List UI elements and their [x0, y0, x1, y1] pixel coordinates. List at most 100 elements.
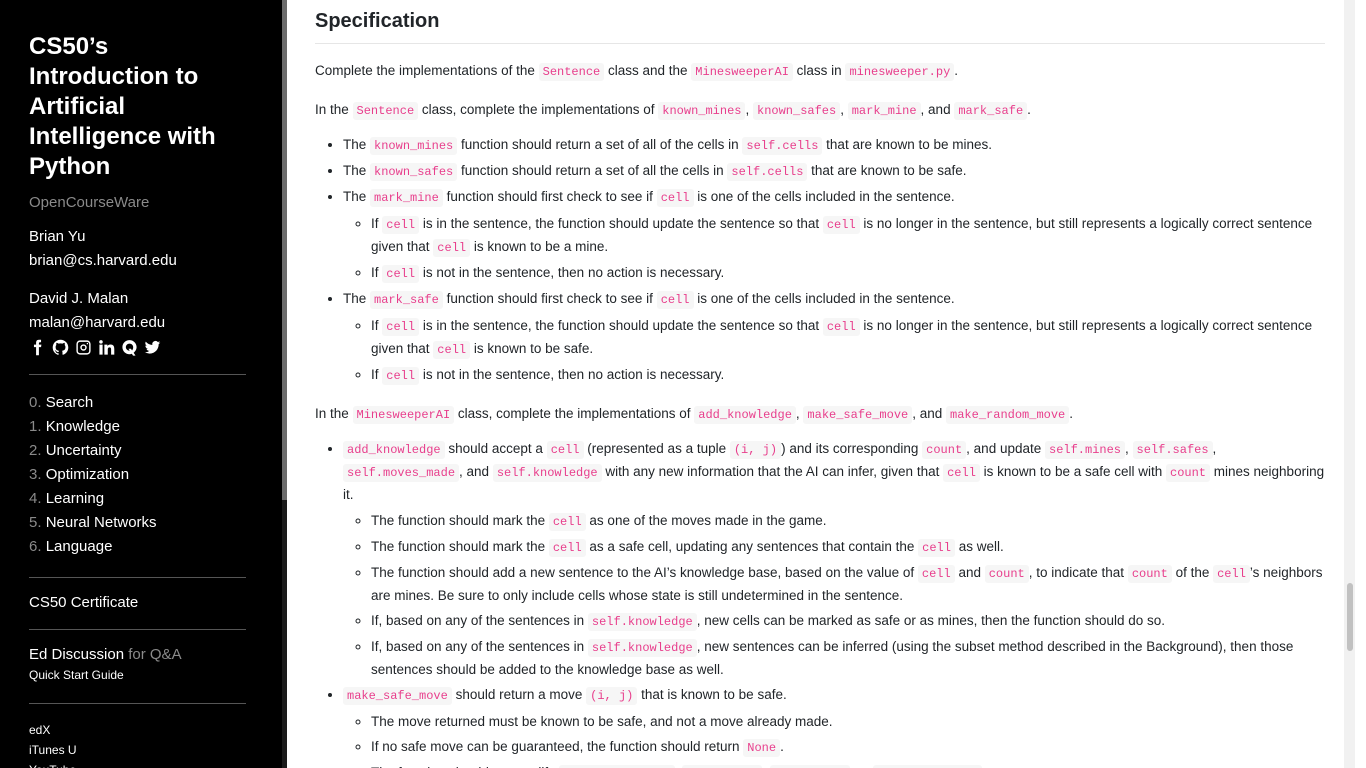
sentence-list: The known_mines function should return a…: [315, 134, 1325, 387]
text-segment: If: [371, 367, 383, 382]
inline-code: MinesweeperAI: [691, 63, 793, 81]
inline-code: cell: [382, 318, 420, 336]
sub-list: The move returned must be known to be sa…: [343, 711, 1325, 768]
lecture-nav: 0. Search 1. Knowledge 2. Uncertainty 3.…: [29, 391, 246, 559]
list-item: add_knowledge should accept a cell (repr…: [343, 438, 1325, 681]
nav-item-optimization[interactable]: 3. Optimization: [29, 463, 246, 487]
text-segment: The function should mark the: [371, 539, 549, 554]
quora-icon[interactable]: [121, 339, 138, 356]
text-segment: as one of the moves made in the game.: [585, 513, 827, 528]
author-email-link[interactable]: brian@cs.harvard.edu: [29, 249, 246, 273]
sub-list: If cell is in the sentence, the function…: [343, 213, 1325, 285]
text-segment: The: [343, 163, 371, 178]
text-segment: ,: [745, 102, 753, 117]
inline-code: make_safe_move: [343, 687, 452, 705]
nav-item-learning[interactable]: 4. Learning: [29, 487, 246, 511]
itunes-link[interactable]: iTunes U: [29, 740, 246, 760]
list-item: If, based on any of the sentences in sel…: [371, 610, 1325, 633]
nav-item-knowledge[interactable]: 1. Knowledge: [29, 415, 246, 439]
list-item: The function should not modify self.move…: [371, 762, 1325, 768]
youtube-link[interactable]: YouTube: [29, 760, 246, 768]
ocw-label: OpenCourseWare: [29, 194, 150, 211]
nav-item-search[interactable]: 0. Search: [29, 391, 246, 415]
inline-code: cell: [433, 341, 471, 359]
text-segment: Complete the implementations of the: [315, 63, 539, 78]
text-segment: is not in the sentence, then no action i…: [419, 265, 725, 280]
text-segment: class, complete the implementations of: [454, 406, 695, 421]
text-segment: is known to be safe.: [470, 341, 594, 356]
quick-start-link[interactable]: Quick Start Guide: [29, 665, 246, 685]
text-segment: class, complete the implementations of: [418, 102, 659, 117]
main-scrollbar[interactable]: [1344, 0, 1355, 768]
edx-link[interactable]: edX: [29, 720, 246, 740]
facebook-icon[interactable]: [29, 339, 46, 356]
text-segment: If: [371, 265, 383, 280]
sidebar-divider: [29, 374, 246, 375]
inline-code: self.moves_made: [343, 464, 460, 482]
inline-code: count: [984, 565, 1029, 583]
list-item: make_safe_move should return a move (i, …: [343, 684, 1325, 768]
text-segment: is in the sentence, the function should …: [419, 318, 823, 333]
text-segment: function should first check to see if: [442, 189, 657, 204]
sub-list: If cell is in the sentence, the function…: [343, 315, 1325, 387]
instagram-icon[interactable]: [75, 339, 92, 356]
list-item: If no safe move can be guaranteed, the f…: [371, 736, 1325, 759]
inline-code: cell: [382, 216, 420, 234]
inline-code: cell: [546, 441, 584, 459]
text-segment: class and the: [604, 63, 692, 78]
text-segment: If no safe move can be guaranteed, the f…: [371, 739, 744, 754]
paragraph: Complete the implementations of the Sent…: [315, 60, 1325, 83]
text-segment: should accept a: [444, 441, 547, 456]
author-name: Brian Yu: [29, 228, 86, 245]
author-brian: Brian Yu brian@cs.harvard.edu: [29, 225, 246, 273]
list-item: If cell is in the sentence, the function…: [371, 315, 1325, 361]
inline-code: cell: [822, 216, 860, 234]
ed-discussion: Ed Discussion for Q&A: [29, 646, 246, 663]
text-segment: and: [954, 565, 985, 580]
inline-code: known_mines: [658, 102, 746, 120]
author-email-link[interactable]: malan@harvard.edu: [29, 311, 246, 335]
twitter-icon[interactable]: [144, 339, 161, 356]
linkedin-icon[interactable]: [98, 339, 115, 356]
text-segment: The: [343, 291, 371, 306]
inline-code: cell: [656, 291, 694, 309]
inline-code: self.cells: [742, 137, 823, 155]
nav-item-uncertainty[interactable]: 2. Uncertainty: [29, 439, 246, 463]
paragraph: In the Sentence class, complete the impl…: [315, 99, 1325, 122]
text-segment: , new cells can be marked as safe or as …: [696, 613, 1165, 628]
inline-code: count: [922, 441, 967, 459]
text-segment: function should return a set of all the …: [457, 163, 728, 178]
inline-code: known_safes: [753, 102, 841, 120]
main-content: Specification Complete the implementatio…: [287, 0, 1355, 768]
list-item: The function should mark the cell as one…: [371, 510, 1325, 533]
nav-item-neural-networks[interactable]: 5. Neural Networks: [29, 511, 246, 535]
author-name: David J. Malan: [29, 290, 129, 307]
github-icon[interactable]: [52, 339, 69, 356]
inline-code: (i, j): [586, 687, 638, 705]
text-segment: In the: [315, 406, 353, 421]
list-item: If, based on any of the sentences in sel…: [371, 636, 1325, 681]
inline-code: self.knowledge: [492, 464, 602, 482]
inline-code: MinesweeperAI: [352, 406, 455, 424]
text-segment: function should first check to see if: [442, 291, 657, 306]
course-title-link[interactable]: CS50’s Introduction to Artificial Intell…: [29, 32, 246, 182]
text-segment: is one of the cells included in the sent…: [693, 291, 955, 306]
text-segment: as a safe cell, updating any sentences t…: [585, 539, 919, 554]
main-scrollbar-thumb[interactable]: [1347, 583, 1353, 651]
text-segment: (represented as a tuple: [583, 441, 730, 456]
list-item: The mark_safe function should first chec…: [343, 288, 1325, 387]
inline-code: self.knowledge: [587, 639, 697, 657]
inline-code: mark_safe: [370, 291, 443, 309]
inline-code: add_knowledge: [694, 406, 796, 424]
certificate-link[interactable]: CS50 Certificate: [29, 594, 246, 611]
inline-code: known_safes: [370, 163, 458, 181]
list-item: The known_mines function should return a…: [343, 134, 1325, 157]
ed-discussion-link[interactable]: Ed Discussion: [29, 646, 124, 663]
inline-code: cell: [943, 464, 980, 482]
text-segment: In the: [315, 102, 353, 117]
sidebar-divider: [29, 577, 246, 578]
sidebar-divider: [29, 703, 246, 704]
inline-code: cell: [656, 189, 694, 207]
nav-item-language[interactable]: 6. Language: [29, 535, 246, 559]
inline-code: cell: [548, 513, 586, 531]
